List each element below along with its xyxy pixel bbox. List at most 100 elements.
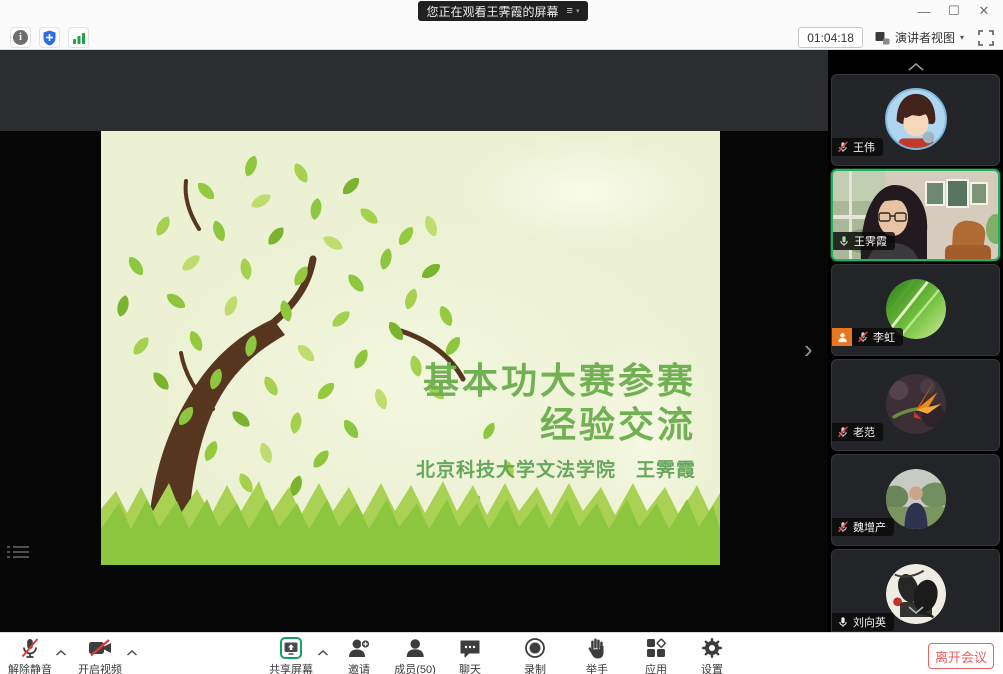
chat-label: 聊天 bbox=[459, 661, 481, 674]
maximize-button[interactable]: ☐ bbox=[939, 0, 969, 22]
avatar bbox=[885, 88, 947, 150]
security-button[interactable] bbox=[39, 27, 60, 48]
view-mode-caret-icon: ▾ bbox=[960, 33, 964, 42]
person-badge-icon bbox=[837, 332, 848, 343]
watching-banner-text: 您正在观看王霁霞的屏幕 bbox=[427, 3, 559, 20]
chat-button[interactable]: 聊天 bbox=[459, 637, 481, 674]
apps-button[interactable]: 应用 bbox=[645, 637, 667, 674]
participant-name: 王霁霞 bbox=[854, 233, 887, 249]
participant-tile-laofan[interactable]: 老范 bbox=[831, 359, 1000, 451]
invite-person-icon bbox=[347, 637, 371, 659]
participant-tile-lihong[interactable]: 李虹 bbox=[831, 264, 1000, 356]
signal-bars-icon bbox=[72, 31, 86, 45]
mic-muted-icon bbox=[837, 426, 849, 438]
record-button[interactable]: 录制 bbox=[524, 637, 546, 674]
participant-tile-wangwei[interactable]: 王伟 bbox=[831, 74, 1000, 166]
mic-muted-icon bbox=[857, 331, 869, 343]
settings-label: 设置 bbox=[701, 661, 723, 674]
name-tag: 王伟 bbox=[832, 138, 883, 156]
shield-icon bbox=[42, 30, 57, 46]
view-mode-button[interactable]: 演讲者视图 ▾ bbox=[873, 27, 966, 48]
slide-title-line1: 基本功大赛参赛 bbox=[423, 359, 696, 403]
presenter-app-chrome bbox=[0, 50, 828, 131]
presentation-slide: 基本功大赛参赛 经验交流 北京科技大学文法学院 王霁霞 A 极品五笔 ◢ ▦ bbox=[101, 131, 720, 565]
gear-icon bbox=[701, 637, 723, 659]
slide-byline: 北京科技大学文法学院 王霁霞 bbox=[416, 455, 696, 482]
members-button[interactable]: 成员(50) bbox=[394, 637, 436, 674]
participant-name: 刘向英 bbox=[853, 614, 886, 630]
minimize-button[interactable]: — bbox=[909, 0, 939, 22]
raise-hand-button[interactable]: 举手 bbox=[586, 637, 608, 674]
network-quality-button[interactable] bbox=[68, 27, 89, 48]
mic-muted-icon bbox=[837, 141, 849, 153]
invite-button[interactable]: 邀请 bbox=[347, 637, 371, 674]
header-right-controls: 01:04:18 演讲者视图 ▾ bbox=[798, 27, 995, 48]
start-video-button[interactable]: 开启视频 bbox=[78, 637, 122, 674]
slide-thumbnails-icon[interactable] bbox=[7, 543, 29, 561]
meeting-info-button[interactable]: i bbox=[10, 27, 31, 48]
participant-name: 王伟 bbox=[853, 139, 875, 155]
participants-panel: 王伟 bbox=[828, 50, 1003, 632]
speaker-view-icon bbox=[875, 31, 890, 45]
close-button[interactable]: ✕ bbox=[969, 0, 999, 22]
members-label: 成员(50) bbox=[394, 661, 436, 674]
camera-off-icon bbox=[87, 637, 113, 659]
header-bar: 您正在观看王霁霞的屏幕 ≡ ▾ — ☐ ✕ i bbox=[0, 0, 1003, 50]
name-tag: 魏增产 bbox=[832, 518, 894, 536]
mic-on-icon bbox=[837, 616, 849, 628]
leave-meeting-button[interactable]: 离开会议 bbox=[928, 643, 994, 669]
participant-tile-liuxiangying[interactable]: 刘向英 bbox=[831, 549, 1000, 632]
name-tag: 李虹 bbox=[832, 328, 903, 346]
mic-muted-icon bbox=[837, 521, 849, 533]
meeting-window: 您正在观看王霁霞的屏幕 ≡ ▾ — ☐ ✕ i bbox=[0, 0, 1003, 674]
participant-tile-weizengchan[interactable]: 魏增产 bbox=[831, 454, 1000, 546]
banner-menu-icon[interactable]: ≡ bbox=[567, 5, 572, 17]
scroll-down-chevron-icon[interactable] bbox=[900, 602, 932, 617]
shared-screen-area: 基本功大赛参赛 经验交流 北京科技大学文法学院 王霁霞 A 极品五笔 ◢ ▦ › bbox=[0, 50, 828, 632]
chat-bubble-icon bbox=[459, 637, 481, 659]
tree-illustration bbox=[101, 131, 720, 565]
record-icon bbox=[524, 637, 546, 659]
banner-caret-icon: ▾ bbox=[576, 7, 580, 15]
apps-label: 应用 bbox=[645, 661, 667, 674]
start-video-label: 开启视频 bbox=[78, 661, 122, 674]
share-screen-label: 共享屏幕 bbox=[269, 661, 313, 674]
slide-title-line2: 经验交流 bbox=[423, 403, 696, 447]
members-icon bbox=[404, 637, 426, 659]
slide-title: 基本功大赛参赛 经验交流 bbox=[423, 359, 696, 447]
raise-hand-icon bbox=[587, 637, 607, 659]
bottom-toolbar: 解除静音 开启视频 bbox=[0, 632, 1003, 674]
fullscreen-icon bbox=[978, 30, 994, 46]
unmute-label: 解除静音 bbox=[8, 661, 52, 674]
name-tag: 王霁霞 bbox=[833, 232, 895, 250]
share-screen-icon bbox=[280, 637, 302, 659]
window-controls: — ☐ ✕ bbox=[909, 0, 999, 22]
participant-name: 李虹 bbox=[873, 329, 895, 345]
participant-tile-wangjixia[interactable]: 王霁霞 bbox=[831, 169, 1000, 261]
view-mode-label: 演讲者视图 bbox=[895, 29, 955, 46]
fullscreen-button[interactable] bbox=[976, 28, 995, 47]
avatar bbox=[885, 373, 947, 435]
record-label: 录制 bbox=[524, 661, 546, 674]
next-slide-chevron-icon[interactable]: › bbox=[804, 336, 813, 362]
audio-options-chevron[interactable] bbox=[56, 643, 67, 661]
participant-role-badge bbox=[832, 328, 852, 346]
participant-name: 老范 bbox=[853, 424, 875, 440]
mic-speaking-icon bbox=[838, 235, 850, 247]
name-tag: 刘向英 bbox=[832, 613, 894, 631]
share-screen-button[interactable]: 共享屏幕 bbox=[269, 637, 313, 674]
apps-grid-icon bbox=[645, 637, 667, 659]
invite-label: 邀请 bbox=[348, 661, 370, 674]
participant-name: 魏增产 bbox=[853, 519, 886, 535]
share-options-chevron[interactable] bbox=[318, 643, 329, 661]
settings-button[interactable]: 设置 bbox=[701, 637, 723, 674]
header-status-icons: i bbox=[10, 27, 89, 48]
watching-banner[interactable]: 您正在观看王霁霞的屏幕 ≡ ▾ bbox=[418, 1, 588, 21]
meeting-timer: 01:04:18 bbox=[798, 27, 863, 48]
unmute-button[interactable]: 解除静音 bbox=[8, 637, 52, 674]
raise-hand-label: 举手 bbox=[586, 661, 608, 674]
mic-muted-icon bbox=[19, 637, 41, 659]
video-options-chevron[interactable] bbox=[127, 643, 138, 661]
name-tag: 老范 bbox=[832, 423, 883, 441]
info-icon: i bbox=[13, 30, 28, 45]
